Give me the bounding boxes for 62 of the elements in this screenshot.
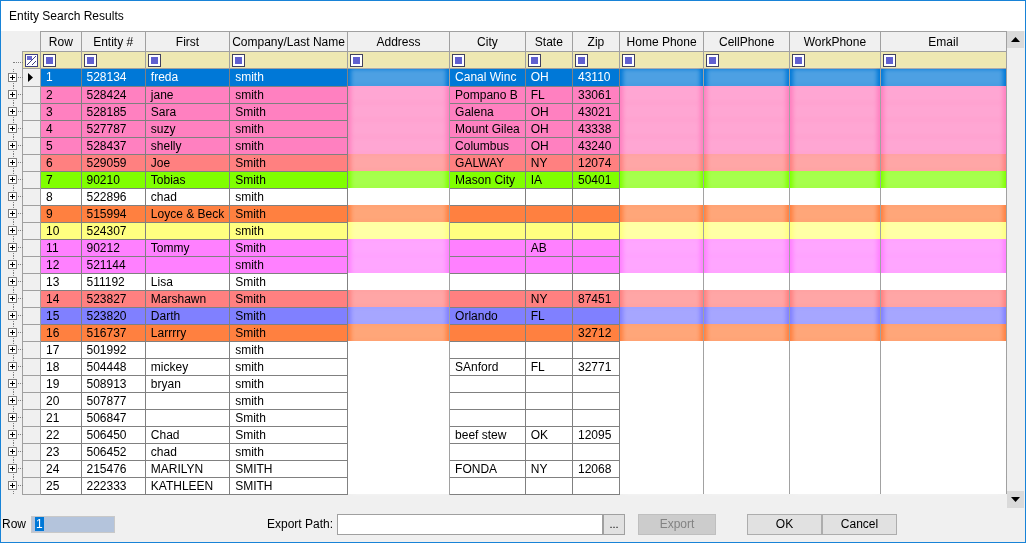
- current-row-icon: [28, 72, 34, 82]
- column-header[interactable]: City: [449, 31, 526, 52]
- browse-button[interactable]: ...: [603, 513, 625, 535]
- dialog-button[interactable]: Cancel: [822, 513, 897, 535]
- expand-icon[interactable]: [8, 192, 17, 201]
- expand-icon[interactable]: [8, 294, 17, 303]
- row-label: Row: [2, 516, 27, 533]
- filter-icon[interactable]: [621, 53, 635, 67]
- column-header[interactable]: Address: [347, 31, 450, 52]
- expand-icon[interactable]: [8, 243, 17, 252]
- expand-icon[interactable]: [8, 396, 17, 405]
- clear-filter-icon[interactable]: [25, 53, 39, 67]
- expand-icon[interactable]: [8, 379, 17, 388]
- expand-icon[interactable]: [8, 124, 17, 133]
- window-title: Entity Search Results: [9, 8, 124, 25]
- filter-icon[interactable]: [452, 53, 466, 67]
- expand-icon[interactable]: [8, 175, 17, 184]
- scroll-up-icon[interactable]: [1007, 31, 1024, 48]
- column-header[interactable]: First: [145, 31, 230, 52]
- expand-icon[interactable]: [8, 345, 17, 354]
- expand-icon[interactable]: [8, 447, 17, 456]
- filter-icon[interactable]: [575, 53, 588, 67]
- expand-icon[interactable]: [8, 141, 17, 150]
- expand-icon[interactable]: [8, 209, 17, 218]
- column-header[interactable]: Entity #: [81, 31, 146, 52]
- expand-icon[interactable]: [8, 72, 17, 82]
- expand-icon[interactable]: [8, 430, 17, 439]
- column-header[interactable]: WorkPhone: [789, 31, 881, 52]
- expand-icon[interactable]: [8, 413, 17, 422]
- column-header[interactable]: State: [525, 31, 573, 52]
- export-path-field[interactable]: [337, 513, 603, 535]
- filter-icon[interactable]: [349, 53, 363, 67]
- column-header[interactable]: CellPhone: [703, 31, 790, 52]
- column-header[interactable]: Zip: [572, 31, 620, 52]
- expand-icon[interactable]: [8, 90, 17, 99]
- row-field[interactable]: 1: [31, 515, 115, 533]
- expand-icon[interactable]: [8, 311, 17, 320]
- filter-icon[interactable]: [147, 53, 161, 67]
- expand-icon[interactable]: [8, 328, 17, 337]
- expand-icon[interactable]: [8, 481, 17, 490]
- filter-icon[interactable]: [83, 53, 97, 67]
- vertical-scrollbar[interactable]: [1007, 31, 1024, 508]
- column-header[interactable]: Row: [40, 31, 81, 52]
- dialog-button[interactable]: OK: [747, 513, 822, 535]
- export-path-label: Export Path:: [265, 516, 333, 533]
- scroll-down-icon[interactable]: [1007, 491, 1024, 508]
- filter-icon[interactable]: [882, 53, 896, 67]
- filter-icon[interactable]: [527, 53, 541, 67]
- expand-icon[interactable]: [8, 158, 17, 167]
- expand-icon[interactable]: [8, 226, 17, 235]
- expand-icon[interactable]: [8, 260, 17, 269]
- expand-icon[interactable]: [8, 464, 17, 473]
- column-header[interactable]: Company/Last Name: [229, 31, 348, 52]
- column-header[interactable]: Home Phone: [619, 31, 704, 52]
- expand-icon[interactable]: [8, 107, 17, 116]
- column-header[interactable]: Email: [880, 31, 1007, 52]
- expand-icon[interactable]: [8, 277, 17, 286]
- filter-icon[interactable]: [43, 53, 57, 67]
- filter-icon[interactable]: [232, 53, 246, 67]
- filter-icon[interactable]: [792, 53, 805, 67]
- filter-icon[interactable]: [706, 53, 720, 67]
- expand-icon[interactable]: [8, 362, 17, 371]
